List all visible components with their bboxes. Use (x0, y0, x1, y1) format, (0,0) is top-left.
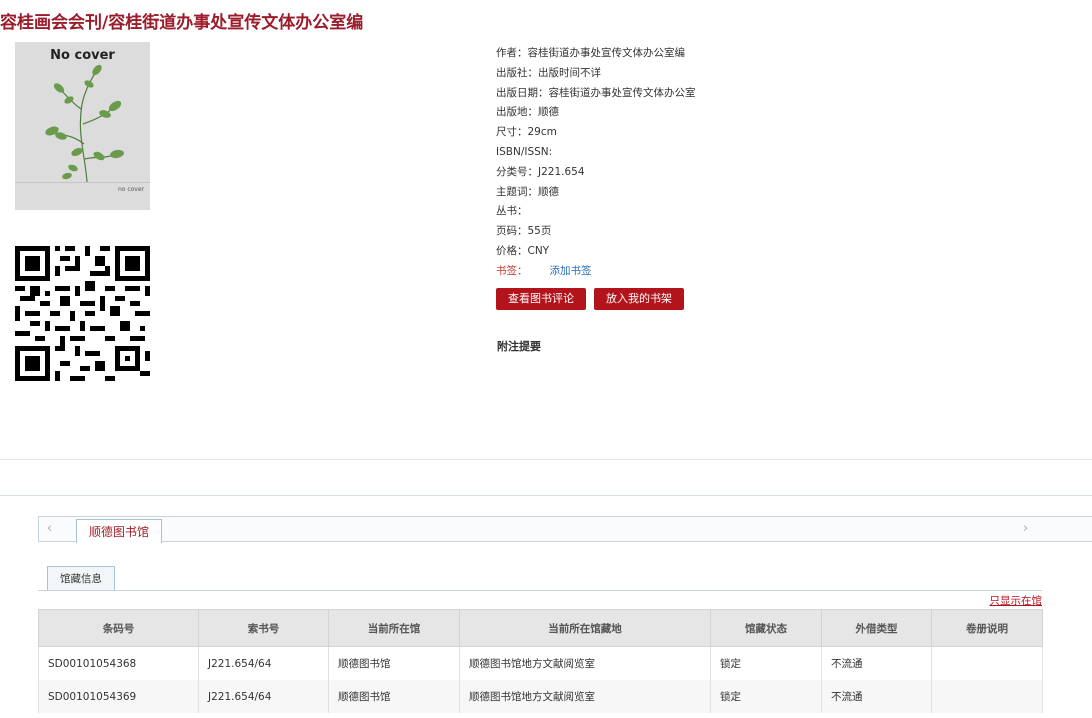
add-to-shelf-button[interactable]: 放入我的书架 (594, 288, 684, 310)
col-call-number: 索书号 (198, 609, 329, 647)
cell-library: 顺德图书馆 (328, 680, 460, 713)
cover-divider (15, 182, 150, 183)
meta-publish-place: 出版地：顺德 (496, 106, 559, 119)
cell-status: 锁定 (710, 680, 822, 713)
available-only-link[interactable]: 只显示在馆 (990, 593, 1043, 608)
view-reviews-button[interactable]: 查看图书评论 (496, 288, 586, 310)
meta-subject: 主题词：顺德 (496, 185, 559, 198)
divider (38, 590, 1042, 591)
chevron-left-icon[interactable]: ‹ (47, 521, 52, 536)
cell-loan-type: 不流通 (821, 646, 932, 680)
meta-series: 丛书： (496, 205, 528, 218)
meta-tag: 书签： 添加书签 (496, 264, 592, 277)
divider (0, 495, 1092, 496)
meta-author: 作者：容桂街道办事处宣传文体办公室编 (496, 47, 685, 59)
library-tabbar: ‹ 顺德图书馆 › (38, 516, 1092, 543)
holdings-panel: 馆藏信息 只显示在馆 条码号 索书号 当前所在馆 当前所在馆藏地 馆藏状态 外借… (38, 543, 1043, 718)
table-header-row: 条码号 索书号 当前所在馆 当前所在馆藏地 馆藏状态 外借类型 卷册说明 (38, 609, 1043, 647)
cell-location: 顺德图书馆地方文献阅览室 (459, 646, 711, 680)
meta-publisher: 出版社：出版时间不详 (496, 66, 601, 79)
cell-location: 顺德图书馆地方文献阅览室 (459, 680, 711, 713)
add-bookmark-link[interactable]: 添加书签 (550, 265, 592, 277)
meta-pages: 页码：55页 (496, 225, 552, 238)
meta-size: 尺寸：29cm (496, 126, 557, 139)
meta-price: 价格：CNY (496, 244, 550, 257)
cover-top-text: No cover (50, 48, 115, 63)
book-metadata: 作者：容桂街道办事处宣传文体办公室编 出版社：出版时间不详 出版日期：容桂街道办… (496, 44, 696, 282)
cell-barcode: SD00101054368 (38, 646, 199, 680)
cell-status: 锁定 (710, 646, 822, 680)
cover-bottom-text: no cover (117, 186, 144, 193)
divider (0, 459, 1092, 460)
cell-loan-type: 不流通 (821, 680, 932, 713)
holdings-table: 条码号 索书号 当前所在馆 当前所在馆藏地 馆藏状态 外借类型 卷册说明 SD0… (38, 609, 1043, 713)
book-cover-image: No cover no cover (15, 42, 150, 210)
table-row: SD00101054369 J221.654/64 顺德图书馆 顺德图书馆地方文… (38, 680, 1043, 713)
col-loan-type: 外借类型 (821, 609, 932, 647)
tab-holdings-info[interactable]: 馆藏信息 (47, 566, 115, 591)
cell-barcode: SD00101054369 (38, 680, 199, 713)
meta-isbn: ISBN/ISSN: (496, 145, 553, 158)
cell-volume-note (931, 680, 1043, 713)
meta-publish-date: 出版日期：容桂街道办事处宣传文体办公室 (496, 86, 696, 99)
meta-classification: 分类号：J221.654 (496, 165, 585, 178)
page-title: 容桂画会会刊/容桂街道办事处宣传文体办公室编 (0, 13, 364, 33)
table-row: SD00101054368 J221.654/64 顺德图书馆 顺德图书馆地方文… (38, 646, 1043, 680)
action-buttons: 查看图书评论 放入我的书架 (496, 288, 684, 310)
col-status: 馆藏状态 (710, 609, 822, 647)
cell-call-number: J221.654/64 (198, 680, 329, 713)
tab-shunde-library[interactable]: 顺德图书馆 (76, 519, 163, 543)
cell-call-number: J221.654/64 (198, 646, 329, 680)
qr-code (15, 246, 150, 381)
col-current-location: 当前所在馆藏地 (459, 609, 711, 647)
cell-library: 顺德图书馆 (328, 646, 460, 680)
notes-heading: 附注提要 (497, 340, 541, 353)
chevron-right-icon[interactable]: › (1023, 521, 1028, 536)
col-barcode: 条码号 (38, 609, 199, 647)
col-current-library: 当前所在馆 (328, 609, 460, 647)
col-volume-note: 卷册说明 (931, 609, 1043, 647)
cell-volume-note (931, 646, 1043, 680)
leaf-plant-illustration (45, 64, 124, 182)
